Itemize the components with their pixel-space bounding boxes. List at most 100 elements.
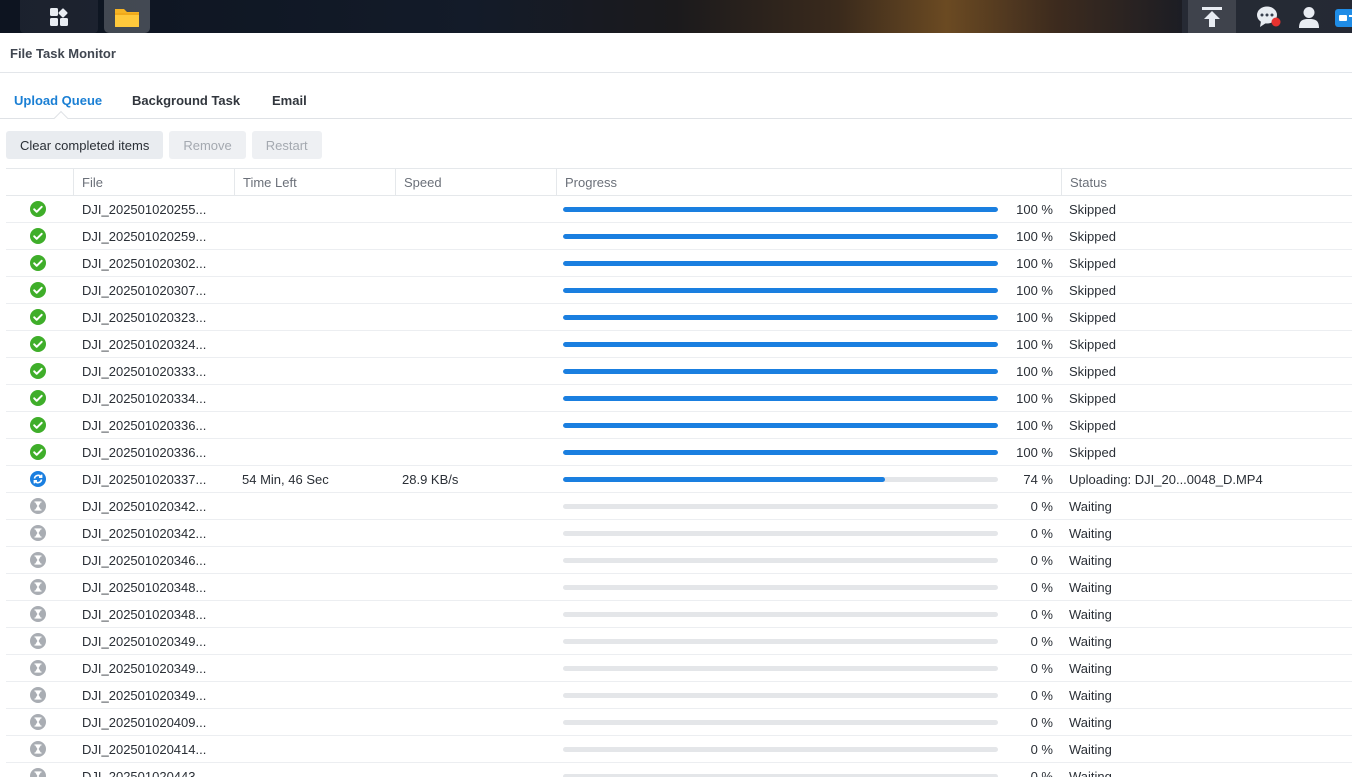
table-row[interactable]: DJI_202501020443... 0 % Waiting [6, 763, 1352, 777]
file-name: DJI_202501020333... [82, 364, 207, 379]
hourglass-icon [30, 574, 50, 600]
progress-percent: 0 % [1030, 769, 1053, 777]
main-menu-button[interactable] [20, 0, 98, 33]
progress-percent: 0 % [1030, 715, 1053, 730]
status-text: Waiting [1069, 607, 1112, 622]
table-row[interactable]: DJI_202501020302... 100 % Skipped [6, 250, 1352, 277]
time-left [242, 601, 392, 627]
progress-percent: 100 % [1016, 202, 1053, 217]
table-row[interactable]: DJI_202501020414... 0 % Waiting [6, 736, 1352, 763]
table-row[interactable]: DJI_202501020334... 100 % Skipped [6, 385, 1352, 412]
status-text: Waiting [1069, 499, 1112, 514]
hourglass-icon [30, 601, 50, 627]
table-row[interactable]: DJI_202501020307... 100 % Skipped [6, 277, 1352, 304]
status-text: Uploading: DJI_20...0048_D.MP4 [1069, 472, 1263, 487]
progress-percent: 0 % [1030, 499, 1053, 514]
table-row[interactable]: DJI_202501020323... 100 % Skipped [6, 304, 1352, 331]
speed [402, 736, 552, 762]
apps-grid-icon [49, 7, 69, 27]
column-header-status[interactable]: Status [1061, 169, 1352, 196]
table-row[interactable]: DJI_202501020349... 0 % Waiting [6, 628, 1352, 655]
tab-email[interactable]: Email [272, 93, 307, 108]
speed [402, 385, 552, 411]
column-header-time-left[interactable]: Time Left [234, 169, 395, 196]
check-circle-icon [30, 223, 50, 249]
speed [402, 574, 552, 600]
title-divider [0, 72, 1352, 73]
clear-completed-button[interactable]: Clear completed items [6, 131, 164, 159]
table-row[interactable]: DJI_202501020349... 0 % Waiting [6, 682, 1352, 709]
restart-button[interactable]: Restart [251, 131, 322, 159]
time-left [242, 439, 392, 465]
progress-bar [563, 628, 998, 654]
user-menu-button[interactable] [1290, 0, 1328, 33]
column-header-file[interactable]: File [73, 169, 234, 196]
check-circle-icon [30, 358, 50, 384]
progress-bar [563, 223, 998, 249]
upload-monitor-button[interactable] [1188, 0, 1236, 33]
progress-track [563, 233, 998, 239]
status-text: Waiting [1069, 526, 1112, 541]
upload-queue-table: File Time Left Speed Progress Status DJI… [6, 168, 1352, 777]
table-row[interactable]: DJI_202501020255... 100 % Skipped [6, 196, 1352, 223]
progress-fill [563, 260, 998, 266]
speed [402, 331, 552, 357]
progress-track [563, 719, 998, 725]
status-text: Skipped [1069, 202, 1116, 217]
hourglass-icon [30, 520, 50, 546]
hourglass-icon [30, 709, 50, 735]
table-row[interactable]: DJI_202501020348... 0 % Waiting [6, 574, 1352, 601]
widgets-icon [1333, 6, 1352, 28]
progress-track [563, 692, 998, 698]
status-text: Skipped [1069, 256, 1116, 271]
table-body: DJI_202501020255... 100 % Skipped DJI_20250… [6, 196, 1352, 777]
table-row[interactable]: DJI_202501020337... 54 Min, 46 Sec 28.9 KB… [6, 466, 1352, 493]
file-name: DJI_202501020349... [82, 688, 207, 703]
table-row[interactable]: DJI_202501020259... 100 % Skipped [6, 223, 1352, 250]
toolbar: Clear completed items Remove Restart [6, 131, 322, 159]
time-left [242, 358, 392, 384]
remove-button[interactable]: Remove [169, 131, 246, 159]
window-title: File Task Monitor [10, 46, 116, 61]
time-left [242, 655, 392, 681]
file-name: DJI_202501020302... [82, 256, 207, 271]
speed [402, 547, 552, 573]
table-row[interactable]: DJI_202501020336... 100 % Skipped [6, 412, 1352, 439]
progress-percent: 100 % [1016, 391, 1053, 406]
file-name: DJI_202501020324... [82, 337, 207, 352]
status-text: Skipped [1069, 337, 1116, 352]
progress-bar [563, 250, 998, 276]
progress-percent: 0 % [1030, 607, 1053, 622]
table-row[interactable]: DJI_202501020342... 0 % Waiting [6, 493, 1352, 520]
progress-bar [563, 385, 998, 411]
speed [402, 493, 552, 519]
progress-bar [563, 709, 998, 735]
status-text: Skipped [1069, 310, 1116, 325]
table-row[interactable]: DJI_202501020333... 100 % Skipped [6, 358, 1352, 385]
tab-upload-queue[interactable]: Upload Queue [14, 93, 102, 108]
status-text: Skipped [1069, 445, 1116, 460]
status-text: Skipped [1069, 283, 1116, 298]
speed [402, 223, 552, 249]
table-row[interactable]: DJI_202501020342... 0 % Waiting [6, 520, 1352, 547]
notifications-button[interactable] [1246, 0, 1292, 33]
file-name: DJI_202501020334... [82, 391, 207, 406]
speed [402, 439, 552, 465]
progress-track [563, 638, 998, 644]
column-header-progress[interactable]: Progress [556, 169, 1061, 196]
table-row[interactable]: DJI_202501020336... 100 % Skipped [6, 439, 1352, 466]
progress-fill [563, 395, 998, 401]
table-row[interactable]: DJI_202501020348... 0 % Waiting [6, 601, 1352, 628]
widgets-button[interactable] [1332, 0, 1352, 33]
progress-bar [563, 520, 998, 546]
table-row[interactable]: DJI_202501020349... 0 % Waiting [6, 655, 1352, 682]
file-station-button[interactable] [104, 0, 150, 33]
column-header-speed[interactable]: Speed [395, 169, 556, 196]
tab-background-task[interactable]: Background Task [132, 93, 240, 108]
table-row[interactable]: DJI_202501020409... 0 % Waiting [6, 709, 1352, 736]
file-name: DJI_202501020259... [82, 229, 207, 244]
table-row[interactable]: DJI_202501020324... 100 % Skipped [6, 331, 1352, 358]
progress-bar [563, 574, 998, 600]
progress-bar [563, 412, 998, 438]
table-row[interactable]: DJI_202501020346... 0 % Waiting [6, 547, 1352, 574]
